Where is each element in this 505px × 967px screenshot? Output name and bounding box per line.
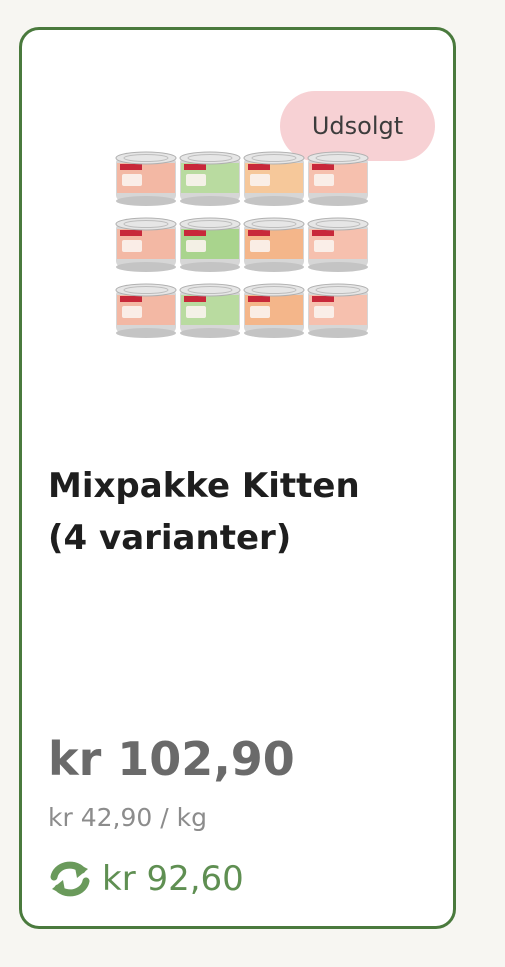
unit-price: kr 42,90 / kg: [48, 803, 207, 832]
subscription-price[interactable]: kr 92,60: [48, 856, 244, 902]
subscription-price-value: kr 92,60: [102, 859, 244, 899]
product-title[interactable]: Mixpakke Kitten (4 varianter): [48, 460, 438, 564]
product-title-line2: (4 varianter): [48, 518, 292, 558]
product-image[interactable]: [112, 145, 377, 345]
product-price: kr 102,90: [48, 732, 295, 786]
cat-food-cans-icon: [115, 151, 369, 338]
product-title-line1: Mixpakke Kitten: [48, 466, 360, 506]
refresh-icon: [50, 861, 90, 897]
product-card[interactable]: Udsolgt Mixpakke Kitten (4 varianter) kr…: [19, 27, 456, 929]
